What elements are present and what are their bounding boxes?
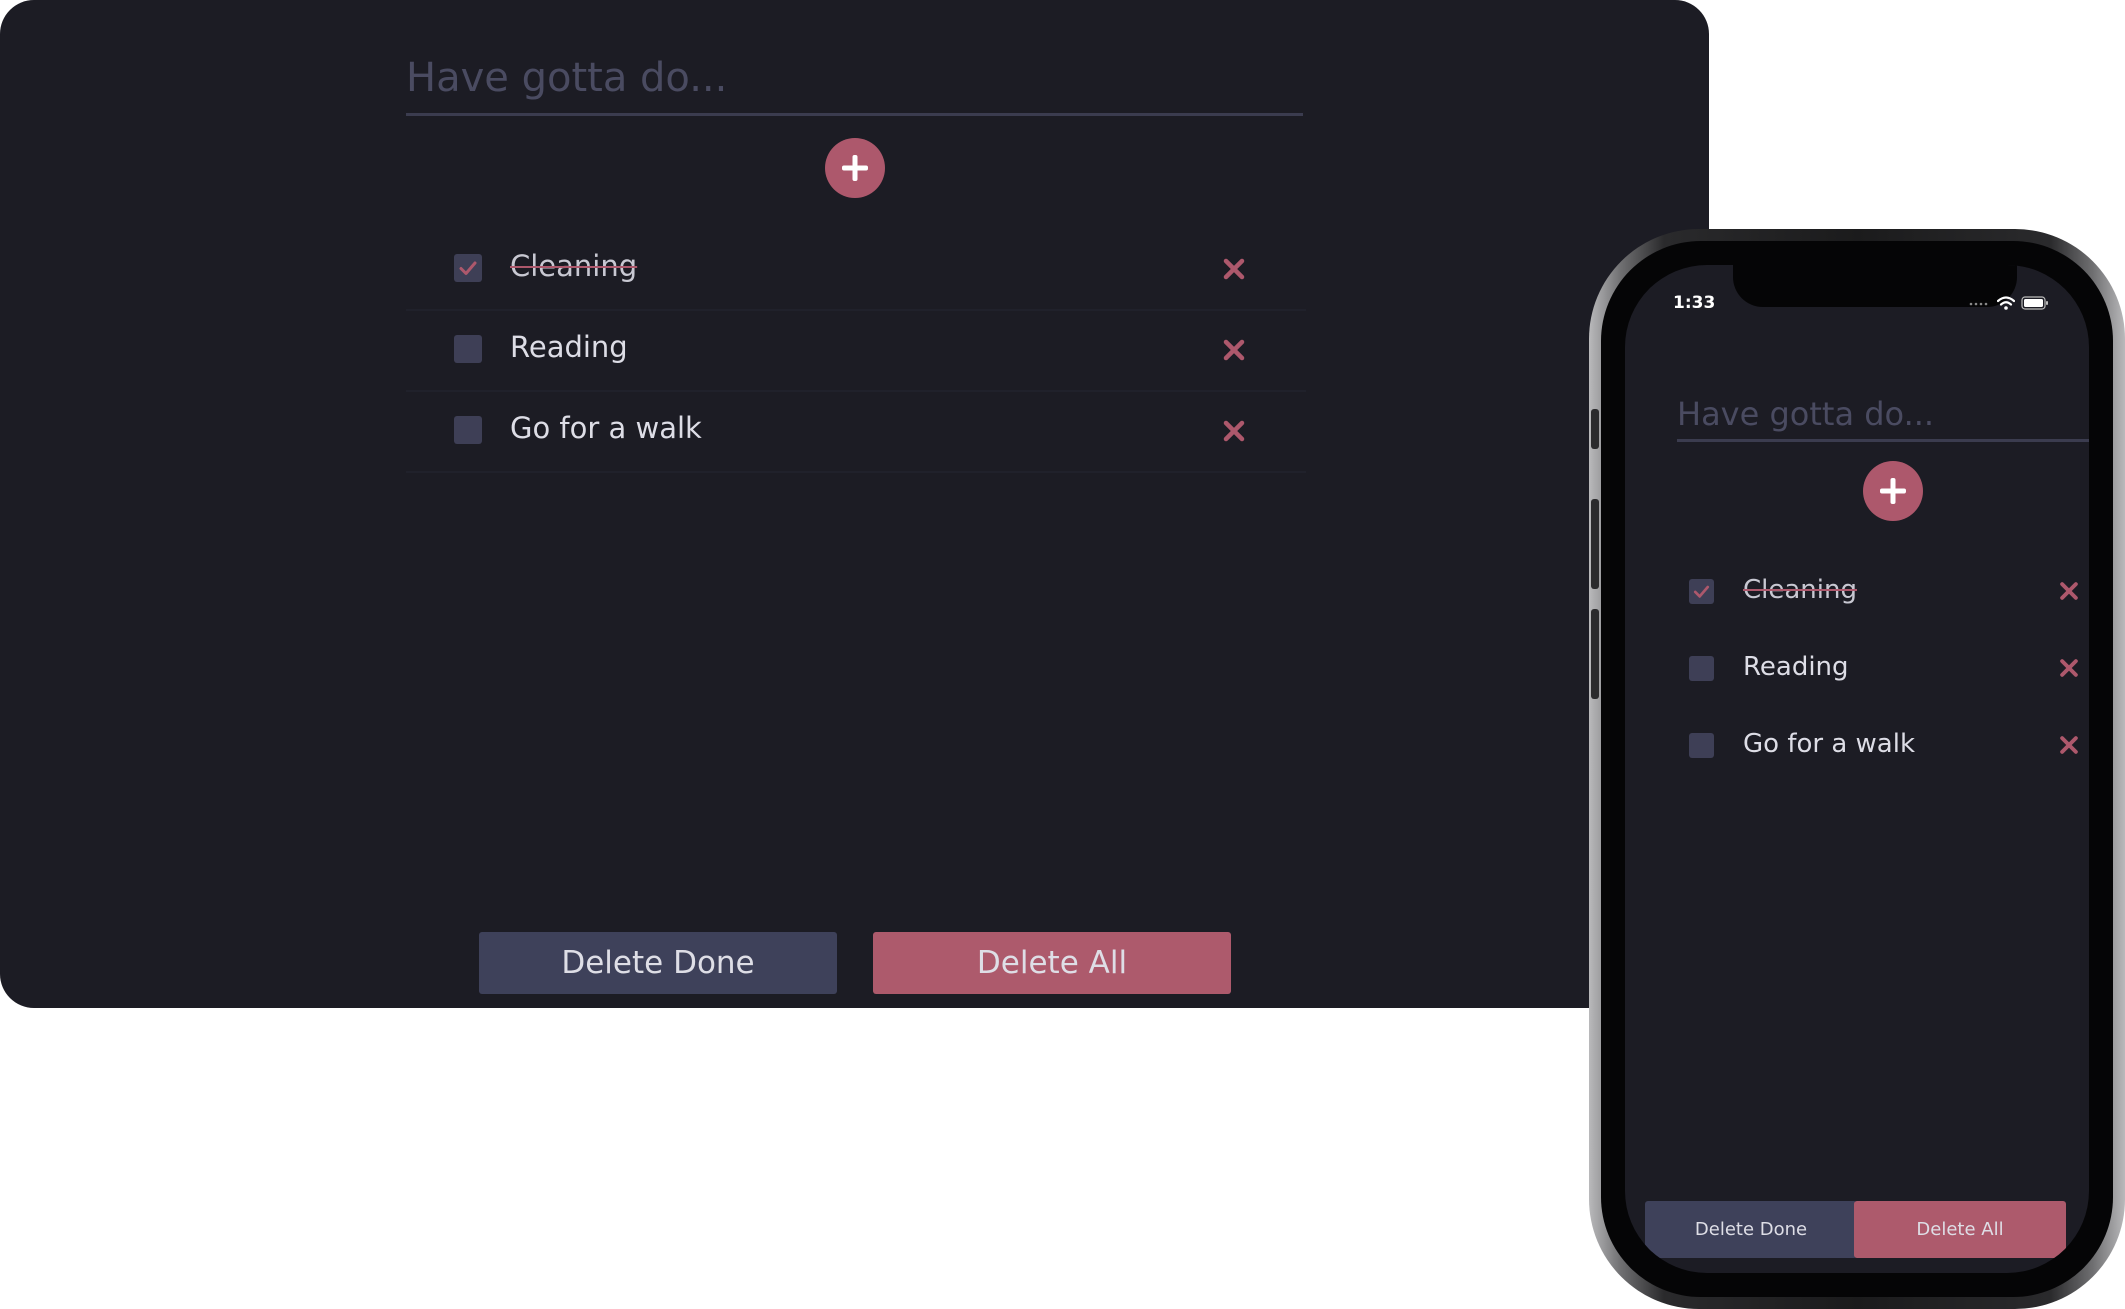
task-checkbox[interactable] — [454, 335, 482, 363]
task-row: Go for a walk — [406, 392, 1306, 473]
task-row: Reading — [1677, 632, 2089, 709]
task-label: Go for a walk — [1743, 729, 1916, 759]
close-icon — [2060, 736, 2078, 754]
task-row: Go for a walk — [1677, 709, 2089, 786]
delete-task-button[interactable] — [2057, 579, 2081, 603]
phone-side-button — [1591, 409, 1599, 449]
phone-volume-up-button — [1591, 499, 1599, 589]
phone-volume-down-button — [1591, 609, 1599, 699]
task-checkbox[interactable] — [1689, 656, 1714, 681]
close-icon — [1223, 258, 1245, 280]
task-checkbox[interactable] — [454, 416, 482, 444]
delete-done-button[interactable]: Delete Done — [479, 932, 837, 994]
add-task-button[interactable] — [1863, 461, 1923, 521]
task-row: Cleaning — [1677, 555, 2089, 632]
new-task-field — [1677, 391, 2089, 442]
close-icon — [1223, 420, 1245, 442]
task-label: Reading — [1743, 652, 1849, 682]
phone-screen: 1:33 Have gotta do... Cleaning Reading G… — [1625, 265, 2089, 1273]
task-checkbox-checked[interactable] — [454, 254, 482, 282]
task-checkbox[interactable] — [1689, 733, 1714, 758]
wifi-icon — [1997, 296, 2015, 310]
battery-icon — [2021, 296, 2048, 310]
task-label: Cleaning — [510, 249, 638, 283]
task-list: Cleaning Reading Go for a walk — [1677, 555, 2089, 786]
checkmark-icon — [459, 261, 477, 275]
desktop-app-window: Cleaning Reading — [0, 0, 1709, 1008]
plus-icon — [842, 155, 868, 181]
task-checkbox-checked[interactable] — [1689, 579, 1714, 604]
new-task-field — [406, 46, 1303, 116]
plus-icon — [1880, 478, 1906, 504]
close-icon — [1223, 339, 1245, 361]
status-icons — [1969, 293, 2049, 313]
new-task-input[interactable] — [1677, 391, 2089, 437]
task-label: Cleaning — [1743, 575, 1857, 605]
signal-icon — [1969, 302, 1988, 306]
phone-bezel: 1:33 Have gotta do... Cleaning Reading G… — [1601, 241, 2113, 1297]
delete-task-button[interactable] — [2057, 656, 2081, 680]
delete-all-button[interactable]: Delete All — [873, 932, 1231, 994]
new-task-input[interactable] — [406, 46, 1303, 110]
delete-task-button[interactable] — [1220, 255, 1248, 283]
task-list: Cleaning Reading Go for a walk — [406, 230, 1306, 473]
delete-all-button[interactable]: Delete All — [1854, 1201, 2066, 1258]
phone-mockup: 1:33 Have gotta do... Cleaning Reading G… — [1589, 229, 2125, 1309]
add-task-button[interactable] — [825, 138, 885, 198]
delete-task-button[interactable] — [2057, 733, 2081, 757]
checkmark-icon — [1693, 585, 1710, 598]
task-label: Go for a walk — [510, 411, 702, 445]
close-icon — [2060, 582, 2078, 600]
close-icon — [2060, 659, 2078, 677]
showcase-canvas: Cleaning Reading — [0, 0, 2125, 1309]
delete-done-button[interactable]: Delete Done — [1645, 1201, 1857, 1258]
task-row: Cleaning — [406, 230, 1306, 311]
task-row: Reading — [406, 311, 1306, 392]
status-time: 1:33 — [1673, 293, 1716, 313]
delete-task-button[interactable] — [1220, 336, 1248, 364]
delete-task-button[interactable] — [1220, 417, 1248, 445]
task-label: Reading — [510, 330, 628, 364]
